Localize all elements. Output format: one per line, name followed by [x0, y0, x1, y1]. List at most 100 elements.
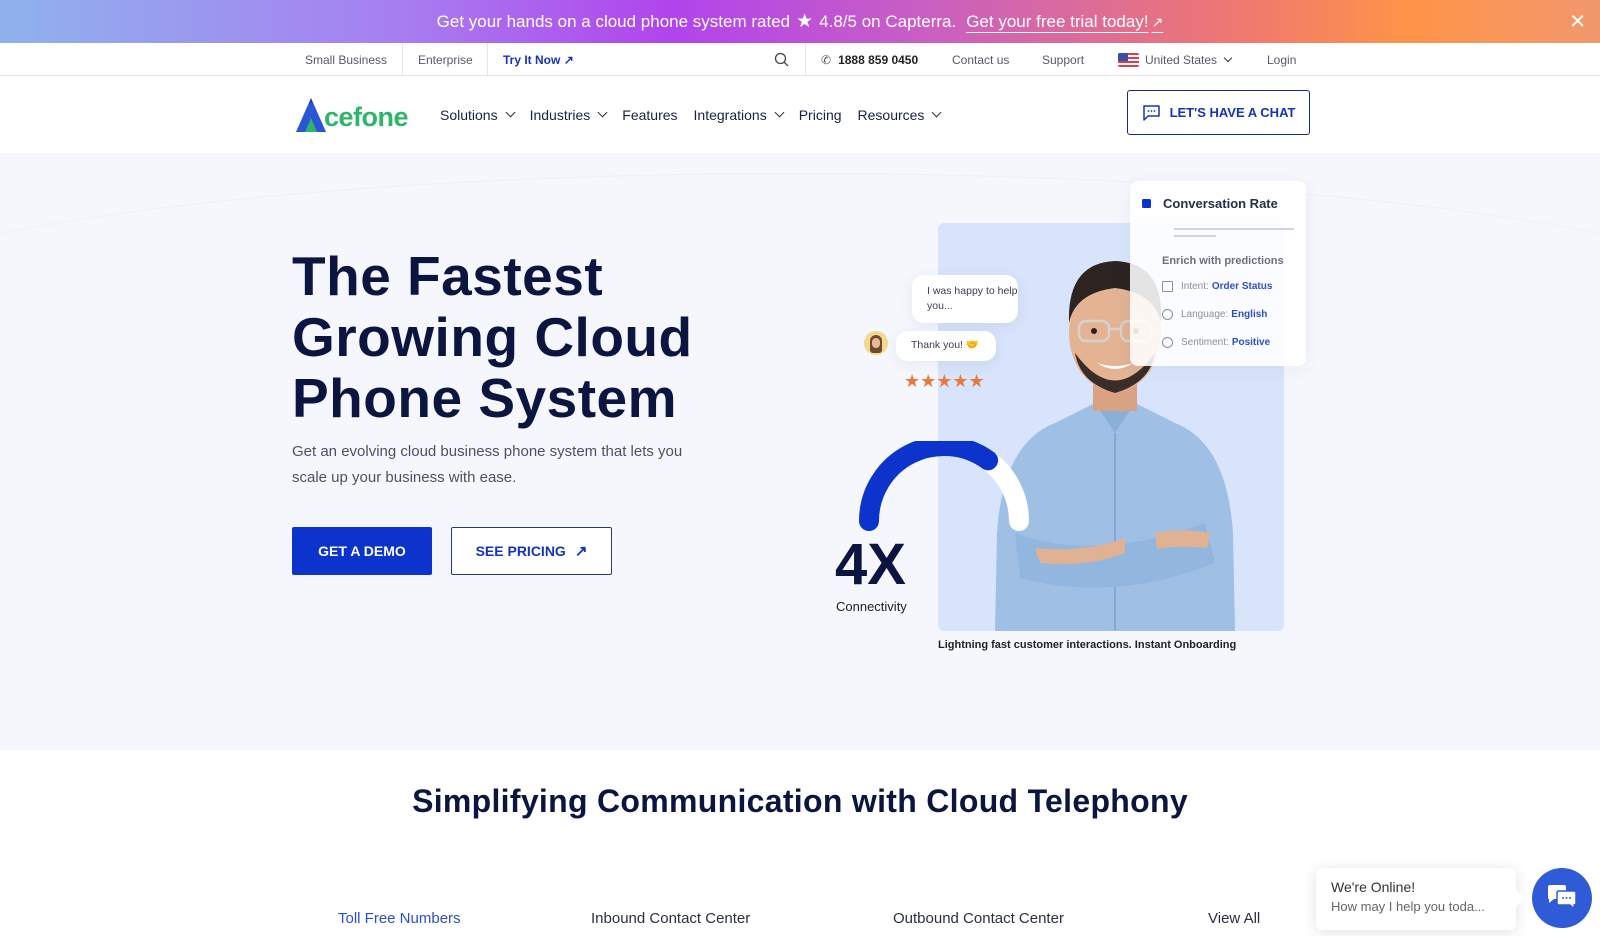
globe-icon	[1162, 309, 1173, 320]
promo-text: Get your hands on a cloud phone system r…	[436, 11, 791, 31]
small-business-link[interactable]: Small Business	[305, 43, 387, 76]
hero-subtitle: Get an evolving cloud business phone sys…	[292, 443, 683, 486]
nav-item-industries[interactable]: Industries	[529, 106, 608, 123]
us-flag-icon	[1118, 52, 1139, 67]
nav-label: Industries	[529, 106, 591, 123]
conversation-rate-label: Conversation Rate	[1163, 196, 1278, 211]
section-title: Simplifying Communication with Cloud Tel…	[412, 783, 1188, 819]
chevron-down-icon	[597, 107, 608, 118]
contact-us-link[interactable]: Contact us	[952, 43, 1009, 76]
prediction-value: English	[1231, 309, 1268, 320]
divider	[487, 43, 488, 76]
divider	[402, 43, 403, 76]
chat-button-label: LET'S HAVE A CHAT	[1169, 105, 1296, 120]
see-pricing-button[interactable]: SEE PRICING ↗	[451, 527, 612, 575]
promo-rating: 4.8/5 on Capterra.	[819, 11, 957, 31]
chat-bubbles-icon	[1548, 885, 1577, 911]
nav-label: Integrations	[693, 106, 767, 123]
square-legend-icon	[1142, 199, 1151, 208]
acefone-logo[interactable]: cefone	[296, 96, 409, 132]
stat-value: 4X	[835, 532, 906, 597]
grid-icon	[1162, 281, 1173, 292]
nav-label: Features	[622, 106, 678, 123]
logo-wordmark: cefone	[324, 102, 409, 132]
placeholder-bar	[1174, 235, 1216, 237]
smiley-icon	[1162, 337, 1173, 348]
promo-banner: Get your hands on a cloud phone system r…	[0, 0, 1600, 43]
divider	[805, 43, 806, 76]
hero-section: The Fastest Growing Cloud Phone System G…	[0, 153, 1600, 750]
placeholder-bar	[1174, 228, 1294, 230]
prediction-row-intent: Intent: Order Status	[1162, 281, 1272, 292]
hero-title: The Fastest Growing Cloud Phone System	[292, 246, 693, 429]
arrow-up-right-icon: ↗	[1151, 13, 1164, 30]
stat-label: Connectivity	[836, 599, 907, 614]
prediction-row-sentiment: Sentiment: Positive	[1162, 337, 1270, 348]
chat-launcher-button[interactable]	[1532, 868, 1592, 928]
nav-label: Pricing	[798, 106, 842, 123]
customer-message-bubble: Thank you! 🤝	[896, 331, 996, 361]
hero-caption: Lightning fast customer interactions. In…	[938, 639, 1237, 651]
prediction-value: Order Status	[1211, 281, 1273, 292]
arrow-up-right-icon: ↗	[563, 52, 574, 67]
enrich-heading: Enrich with predictions	[1162, 255, 1284, 267]
phone-link[interactable]: ✆ 1888 859 0450	[821, 43, 918, 76]
conversation-rate-title: Conversation Rate	[1142, 196, 1278, 211]
phone-number: 1888 859 0450	[838, 52, 919, 67]
arrow-up-right-icon: ↗	[574, 543, 588, 560]
hero-title-line: The Fastest	[292, 245, 604, 307]
nav-label: Resources	[857, 106, 925, 123]
prediction-key: Sentiment:	[1181, 337, 1229, 348]
tab-toll-free-numbers[interactable]: Toll Free Numbers	[338, 910, 461, 927]
see-pricing-label: SEE PRICING	[475, 543, 566, 559]
login-link[interactable]: Login	[1267, 43, 1296, 76]
close-icon[interactable]: ✕	[1569, 9, 1586, 34]
lets-have-a-chat-button[interactable]: LET'S HAVE A CHAT	[1127, 90, 1310, 135]
try-it-now-label: Try It Now	[503, 52, 561, 67]
tab-view-all[interactable]: View All	[1208, 910, 1260, 927]
search-icon[interactable]	[774, 43, 789, 76]
five-star-rating: ★★★★★	[904, 371, 985, 391]
gauge-fill	[859, 441, 999, 531]
conversation-rate-card: Conversation Rate Enrich with prediction…	[1130, 181, 1306, 366]
chevron-down-icon	[774, 107, 785, 118]
chevron-down-icon	[931, 107, 942, 118]
logo-a-icon	[296, 98, 326, 132]
chat-status: We're Online!	[1331, 879, 1416, 895]
utility-bar: Small Business Enterprise Try It Now ↗ ✆…	[0, 43, 1600, 76]
free-trial-label: Get your free trial today!	[966, 11, 1149, 31]
try-it-now-link[interactable]: Try It Now ↗	[503, 43, 574, 76]
support-link[interactable]: Support	[1042, 43, 1084, 76]
chat-prompt: How may I help you toda...	[1331, 899, 1485, 914]
nav-item-pricing[interactable]: Pricing	[799, 107, 842, 123]
prediction-key: Intent:	[1181, 281, 1209, 292]
nav-item-resources[interactable]: Resources	[857, 106, 942, 123]
nav-menu: Solutions Industries Features Integratio…	[440, 76, 956, 153]
free-trial-link[interactable]: Get your free trial today! ↗	[966, 12, 1163, 32]
phone-icon: ✆	[821, 52, 832, 67]
nav-item-features[interactable]: Features	[622, 107, 677, 123]
enterprise-link[interactable]: Enterprise	[418, 43, 473, 76]
customer-avatar	[864, 331, 888, 355]
connectivity-gauge	[859, 441, 1029, 531]
chat-popup[interactable]: We're Online! How may I help you toda...	[1316, 868, 1516, 930]
tab-inbound-contact-center[interactable]: Inbound Contact Center	[591, 910, 750, 927]
country-selector[interactable]: United States	[1118, 43, 1233, 76]
agent-message-bubble: I was happy to help you...	[912, 275, 1018, 323]
nav-item-integrations[interactable]: Integrations	[693, 106, 785, 123]
nav-label: Solutions	[440, 106, 498, 123]
hero-title-line: Growing Cloud	[292, 306, 693, 368]
main-nav: cefone Solutions Industries Features Int…	[0, 76, 1600, 153]
star-icon: ★	[796, 11, 814, 32]
hero-title-line: Phone System	[292, 367, 678, 429]
chevron-down-icon	[505, 107, 516, 118]
tab-outbound-contact-center[interactable]: Outbound Contact Center	[893, 910, 1064, 927]
prediction-key: Language:	[1181, 309, 1229, 320]
chevron-down-icon	[1223, 53, 1233, 62]
chat-bubble-icon	[1142, 104, 1160, 121]
nav-item-solutions[interactable]: Solutions	[440, 106, 516, 123]
get-a-demo-button[interactable]: GET A DEMO	[292, 527, 432, 575]
country-label: United States	[1145, 52, 1218, 67]
prediction-value: Positive	[1231, 337, 1271, 348]
prediction-row-language: Language: English	[1162, 309, 1267, 320]
